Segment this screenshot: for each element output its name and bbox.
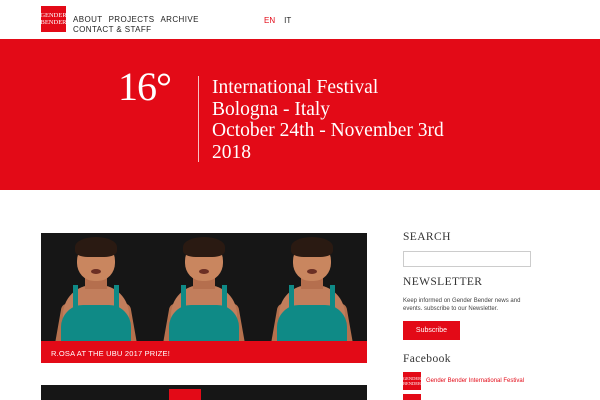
festival-info: International Festival Bologna - Italy O… (212, 77, 444, 163)
lang-en[interactable]: EN (264, 16, 275, 25)
facebook-heading: Facebook (403, 353, 451, 365)
edition-number: 16° (118, 64, 172, 109)
nav-archive[interactable]: ARCHIVE (160, 15, 198, 25)
language-switcher: EN IT (264, 16, 291, 25)
main-nav: ABOUT PROJECTS ARCHIVE CONTACT & STAFF (73, 15, 199, 35)
second-post-thumbnail-mark (169, 389, 201, 400)
festival-location: Bologna - Italy (212, 98, 331, 120)
newsletter-description: Keep informed on Gender Bender news and … (403, 298, 521, 312)
facebook-widget: GENDER BENDER Gender Bender Internationa… (403, 372, 524, 390)
newsletter-heading: NEWSLETTER (403, 276, 483, 288)
hero-divider (198, 76, 199, 162)
nav-projects[interactable]: PROJECTS (109, 15, 155, 25)
facebook-page-avatar[interactable]: GENDER BENDER (403, 372, 421, 390)
logo-line-1: GENDER (40, 12, 67, 19)
search-heading: SEARCH (403, 231, 451, 243)
hero-banner: 16° International Festival Bologna - Ita… (0, 39, 600, 190)
second-post-image[interactable] (41, 385, 367, 400)
nav-about[interactable]: ABOUT (73, 15, 103, 25)
featured-post-image[interactable]: R.OSA AT THE UBU 2017 PRIZE! (41, 233, 367, 363)
festival-dates: October 24th - November 3rd (212, 120, 444, 141)
nav-contact-staff[interactable]: CONTACT & STAFF (73, 25, 151, 35)
site-logo[interactable]: GENDER BENDER (40, 6, 67, 32)
logo-line-2: BENDER (40, 19, 67, 26)
festival-year: 2018 (212, 141, 251, 163)
festival-title: International Festival (212, 77, 379, 98)
lang-it[interactable]: IT (284, 16, 291, 25)
search-input[interactable] (403, 251, 531, 267)
site-header: GENDER BENDER ABOUT PROJECTS ARCHIVE CON… (0, 0, 600, 39)
featured-post-title[interactable]: R.OSA AT THE UBU 2017 PRIZE! (41, 341, 367, 363)
avatar-line-2: BENDER (403, 381, 421, 386)
facebook-widget-more (403, 394, 421, 400)
facebook-page-link[interactable]: Gender Bender International Festival (426, 378, 524, 384)
subscribe-button[interactable]: Subscribe (403, 321, 460, 340)
